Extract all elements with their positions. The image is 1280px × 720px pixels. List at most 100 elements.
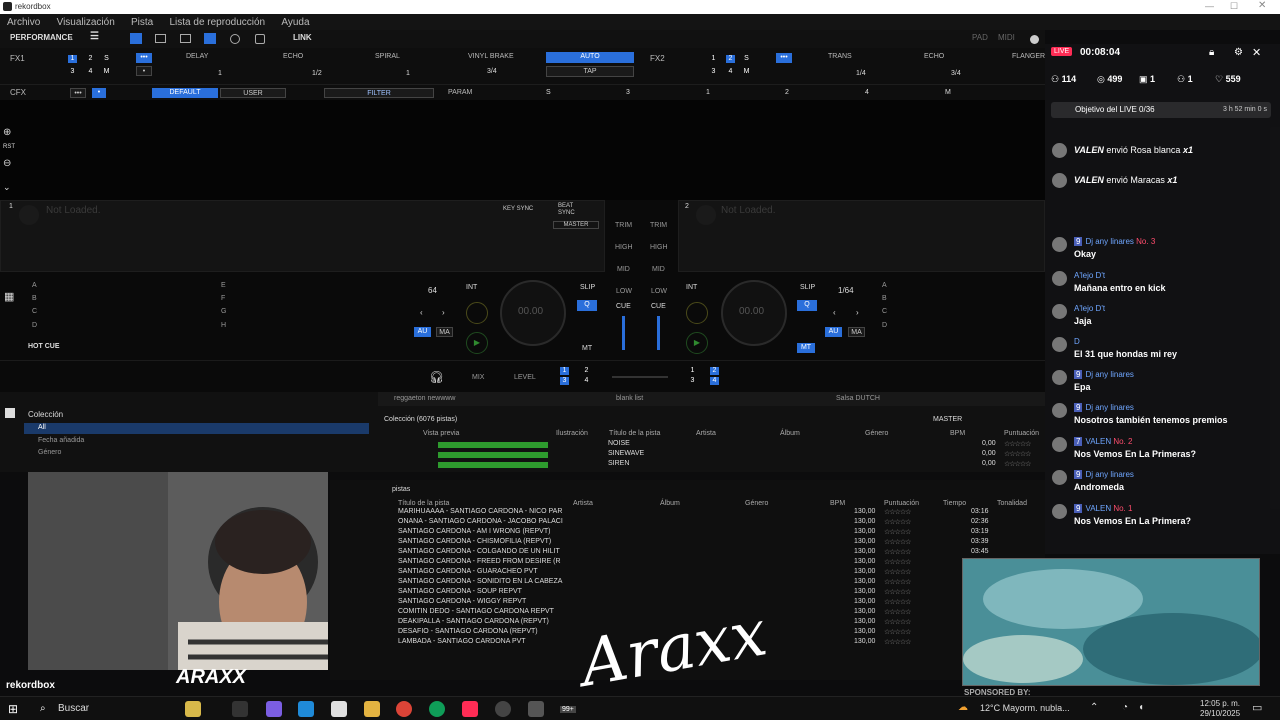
table-row[interactable]: SANTIAGO CARDONA - SONIDITO EN LA CABEZA…	[330, 578, 1045, 588]
cfx-2[interactable]: 2	[785, 89, 789, 96]
deck-2-pad-b[interactable]: B	[882, 295, 887, 302]
weather-text[interactable]: 12°C Mayorm. nubla...	[980, 703, 1070, 713]
fx2-beat-2[interactable]: 3/4	[951, 70, 961, 77]
fx1-more-button[interactable]: •••	[136, 53, 152, 63]
fx2-ch-s[interactable]: S	[742, 55, 751, 63]
mode-selector[interactable]: PERFORMANCE	[10, 33, 73, 45]
fx2-effect-trans[interactable]: TRANS	[828, 53, 852, 60]
col-ilustracion[interactable]: Ilustración	[556, 430, 588, 437]
table-row[interactable]: ONANA - SANTIAGO CARDONA - JACOBO PALACI…	[330, 518, 1045, 528]
rating-stars[interactable]: ☆☆☆☆☆	[884, 608, 911, 616]
fx1-beat-2[interactable]: 1/2	[312, 70, 322, 77]
obs-icon[interactable]	[495, 701, 511, 717]
fx2-ch-3[interactable]: 3	[709, 68, 718, 76]
tab-blank-list[interactable]: blank list	[616, 395, 643, 402]
col-artista[interactable]: Artista	[696, 430, 716, 437]
rating-stars[interactable]: ☆☆☆☆☆	[884, 638, 911, 646]
sampler-icon[interactable]	[255, 34, 265, 44]
pad-c[interactable]: C	[32, 308, 37, 315]
cfx-1[interactable]: 1	[706, 89, 710, 96]
layout-2-icon[interactable]	[155, 34, 166, 43]
rating-stars[interactable]: ☆☆☆☆☆	[884, 508, 911, 516]
fx1-effect-spiral[interactable]: SPIRAL	[375, 53, 400, 60]
cue-2-button[interactable]: CUE	[651, 303, 666, 310]
deck-1-ma-button[interactable]: MA	[436, 327, 453, 337]
ch1-btn-3[interactable]: 3	[560, 377, 569, 385]
fx1-ch-3[interactable]: 3	[68, 68, 77, 76]
layout-1-icon[interactable]	[130, 33, 142, 44]
table-row[interactable]: SINEWAVE 0,00 ☆☆☆☆☆	[378, 450, 1045, 460]
all-item[interactable]: All	[24, 423, 369, 434]
col-puntuacion[interactable]: Puntuación	[884, 500, 919, 507]
deck-2-au-button[interactable]: AU	[825, 327, 842, 337]
tab-reggaeton[interactable]: reggaeton newwww	[394, 395, 455, 402]
mixer-view-icon[interactable]	[204, 33, 216, 44]
pad-d[interactable]: D	[32, 322, 37, 329]
table-row[interactable]: SANTIAGO CARDONA - WIGGY REPVT 130,00 ☆☆☆☆…	[330, 598, 1045, 608]
fx2-ch-m[interactable]: M	[742, 68, 751, 76]
ch2-btn-1[interactable]: 1	[688, 367, 697, 375]
table-row[interactable]: SANTIAGO CARDONA - CHISMOFILIA (REPVT) 13…	[330, 538, 1045, 548]
rating-stars[interactable]: ☆☆☆☆☆	[1004, 460, 1031, 468]
fx1-beat-1[interactable]: 1	[218, 70, 222, 77]
deck-2-cue-button[interactable]	[686, 302, 708, 324]
rating-stars[interactable]: ☆☆☆☆☆	[884, 578, 911, 586]
fx2-ch-2[interactable]: 2	[726, 55, 735, 63]
fx1-ch-2[interactable]: 2	[86, 55, 95, 63]
col-tonalidad[interactable]: Tonalidad	[997, 500, 1027, 507]
fx1-beat-3[interactable]: 1	[406, 70, 410, 77]
fx1-effect-echo[interactable]: ECHO	[283, 53, 303, 60]
fx1-effect-vinyl-brake[interactable]: VINYL BRAKE	[468, 53, 514, 60]
channel-fader-2[interactable]	[657, 316, 660, 350]
col-tiempo[interactable]: Tiempo	[943, 500, 966, 507]
rating-stars[interactable]: ☆☆☆☆☆	[1004, 440, 1031, 448]
cfx-s[interactable]: S	[546, 89, 551, 96]
col-puntuacion[interactable]: Puntuación	[1004, 430, 1039, 437]
menu-ayuda[interactable]: Ayuda	[281, 17, 309, 28]
cfx-3[interactable]: 3	[626, 89, 630, 96]
grid-icon[interactable]	[180, 34, 191, 43]
fx1-ch-1[interactable]: 1	[68, 55, 77, 63]
genero-item[interactable]: Género	[38, 449, 61, 456]
notifications-icon[interactable]: ▭	[1252, 701, 1262, 714]
headphones-icon[interactable]: 🎧︎	[429, 370, 444, 384]
task-view-icon[interactable]	[232, 701, 248, 717]
ch2-btn-2[interactable]: 2	[710, 367, 719, 375]
deck-2-quantize[interactable]: Q	[797, 300, 817, 311]
deck-1-int[interactable]: INT	[466, 284, 477, 291]
zoom-reset[interactable]: RST	[3, 144, 15, 150]
tab-salsa-dutch[interactable]: Salsa DUTCH	[836, 395, 880, 402]
search-icon[interactable]: ⌕	[40, 703, 46, 714]
copilot-icon[interactable]	[185, 701, 201, 717]
rating-stars[interactable]: ☆☆☆☆☆	[884, 538, 911, 546]
fx2-ch-1[interactable]: 1	[709, 55, 718, 63]
fx1-auto-button[interactable]: AUTO	[546, 52, 634, 63]
cfx-filter-button[interactable]: FILTER	[324, 88, 434, 98]
table-row[interactable]: SANTIAGO CARDONA - FREED FROM DESIRE (R 1…	[330, 558, 1045, 568]
deck-1-mt[interactable]: MT	[582, 345, 592, 352]
edge-icon[interactable]	[298, 701, 314, 717]
link-button[interactable]: LINK	[293, 33, 312, 45]
col-titulo[interactable]: Título de la pista	[398, 500, 449, 507]
menu-pista[interactable]: Pista	[131, 17, 153, 28]
fx2-ch-4[interactable]: 4	[726, 68, 735, 76]
table-row[interactable]: MARIHUAAAA - SANTIAGO CARDONA - NICO PAR…	[330, 508, 1045, 518]
copilot-app-icon[interactable]	[266, 701, 282, 717]
deck-2-next-icon[interactable]: ›	[856, 308, 859, 317]
deck-1-prev-icon[interactable]: ‹	[420, 308, 423, 317]
fx1-frac[interactable]: 3/4	[487, 68, 497, 75]
ch1-btn-4[interactable]: 4	[582, 377, 591, 385]
fx2-effect-flanger[interactable]: FLANGER	[1012, 53, 1045, 60]
menu-lines-icon[interactable]: ☰	[90, 31, 99, 43]
fx1-effect-delay[interactable]: DELAY	[186, 53, 208, 60]
rating-stars[interactable]: ☆☆☆☆☆	[1004, 450, 1031, 458]
menu-visualizacion[interactable]: Visualización	[57, 17, 115, 28]
deck-1-quantize[interactable]: Q	[577, 300, 597, 311]
chrome-profile-icon[interactable]	[429, 701, 445, 717]
col-genero[interactable]: Género	[745, 500, 768, 507]
rating-stars[interactable]: ☆☆☆☆☆	[884, 598, 911, 606]
settings-app-icon[interactable]	[528, 701, 544, 717]
chevron-down-icon[interactable]: ⌄	[67, 33, 74, 45]
fecha-item[interactable]: Fecha añadida	[38, 437, 84, 444]
deck-1-cue-button[interactable]	[466, 302, 488, 324]
